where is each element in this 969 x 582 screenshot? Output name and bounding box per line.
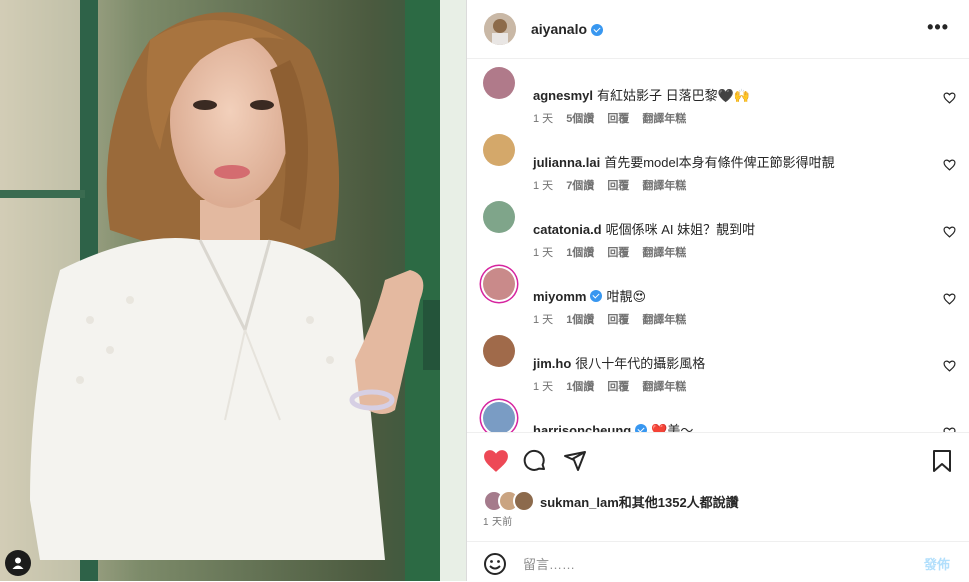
- comment-age[interactable]: 1 天: [533, 314, 553, 326]
- commenter-avatar[interactable]: [483, 134, 515, 166]
- save-bookmark-icon[interactable]: [931, 449, 953, 473]
- post-side-panel: aiyanalo ••• agnesmyl 有紅姑影子 日落巴黎🖤🙌 1 天 5個讚…: [466, 0, 969, 581]
- commenter-username[interactable]: miyomm: [533, 289, 586, 304]
- comment-body: ❤️美～: [651, 423, 694, 432]
- emoji-icon[interactable]: [483, 552, 507, 576]
- reply-button[interactable]: 回覆: [607, 113, 629, 125]
- post-photo[interactable]: [0, 0, 466, 581]
- commenter-username[interactable]: agnesmyl: [533, 88, 593, 103]
- comment-likes[interactable]: 1個讚: [566, 314, 594, 326]
- reply-button[interactable]: 回覆: [607, 381, 629, 393]
- post-time[interactable]: 1 天前: [483, 513, 513, 528]
- comment-meta: 1 天 1個讚 回覆 翻譯年糕: [533, 311, 699, 327]
- comment-likes[interactable]: 1個讚: [566, 381, 594, 393]
- user-tag-icon: [12, 557, 24, 569]
- user-tag-button[interactable]: [5, 550, 31, 576]
- comment-body: 有紅姑影子 日落巴黎🖤🙌: [596, 88, 750, 103]
- post-comment-button[interactable]: 發佈: [924, 554, 950, 573]
- add-comment-bar: 留言…… 發佈: [467, 541, 969, 582]
- comment-likes[interactable]: 7個讚: [566, 180, 594, 192]
- commenter-username[interactable]: catatonia.d: [533, 222, 602, 237]
- comment-item: miyomm 咁靚😍 1 天 1個讚 回覆 翻譯年糕: [483, 260, 956, 326]
- comment-like-heart-icon[interactable]: [943, 360, 956, 372]
- comment-age[interactable]: 1 天: [533, 180, 553, 192]
- comment-meta: 1 天 1個讚 回覆 翻譯年糕: [533, 378, 699, 394]
- comment-body: 呢個係咪 AI 妹姐？靚到咁: [605, 222, 756, 237]
- translate-button[interactable]: 翻譯年糕: [642, 180, 686, 192]
- comment-like-heart-icon[interactable]: [943, 159, 956, 171]
- comment-body: 咁靚😍: [606, 289, 647, 304]
- comment-age[interactable]: 1 天: [533, 247, 553, 259]
- comment-like-heart-icon[interactable]: [943, 226, 956, 238]
- commenter-username[interactable]: harrisoncheung: [533, 423, 631, 432]
- comment-age[interactable]: 1 天: [533, 381, 553, 393]
- portrait-image: [0, 0, 466, 581]
- comment-meta: 1 天 5個讚 回覆 翻譯年糕: [533, 110, 699, 126]
- comment-meta: 1 天 1個讚 回覆 翻譯年糕: [533, 244, 699, 260]
- commenter-avatar[interactable]: [483, 67, 515, 99]
- likes-summary[interactable]: sukman_lam和其他1352人都說讚: [483, 490, 739, 512]
- comment-age[interactable]: 1 天: [533, 113, 553, 125]
- commenter-avatar[interactable]: [483, 201, 515, 233]
- verified-badge-icon: [591, 24, 604, 36]
- liker-avatar: [513, 490, 535, 512]
- commenter-username[interactable]: jim.ho: [533, 356, 571, 371]
- translate-button[interactable]: 翻譯年糕: [642, 314, 686, 326]
- author-username[interactable]: aiyanalo: [531, 21, 587, 37]
- comment-text-line: catatonia.d 呢個係咪 AI 妹姐？靚到咁: [533, 219, 755, 238]
- commenter-avatar[interactable]: [483, 402, 515, 432]
- comment-text-line: harrisoncheung ❤️美～: [533, 420, 693, 432]
- liked-heart-icon[interactable]: [483, 449, 509, 473]
- post-actions: sukman_lam和其他1352人都說讚 1 天前: [467, 432, 969, 542]
- comment-likes[interactable]: 5個讚: [566, 113, 594, 125]
- liker-username[interactable]: sukman_lam: [540, 495, 619, 510]
- author-avatar[interactable]: [484, 13, 516, 45]
- translate-button[interactable]: 翻譯年糕: [642, 113, 686, 125]
- comment-body: 很八十年代的攝影風格: [575, 356, 706, 371]
- comment-text-line: agnesmyl 有紅姑影子 日落巴黎🖤🙌: [533, 85, 750, 104]
- comment-text-line: julianna.lai 首先要model本身有條件俾正節影得咁靚: [533, 152, 835, 171]
- commenter-username[interactable]: julianna.lai: [533, 155, 600, 170]
- commenter-avatar[interactable]: [483, 268, 515, 300]
- translate-button[interactable]: 翻譯年糕: [642, 381, 686, 393]
- comment-item: agnesmyl 有紅姑影子 日落巴黎🖤🙌 1 天 5個讚 回覆 翻譯年糕: [483, 59, 956, 125]
- verified-badge-icon: [590, 290, 603, 302]
- comment-item: jim.ho 很八十年代的攝影風格 1 天 1個讚 回覆 翻譯年糕: [483, 327, 956, 393]
- reply-button[interactable]: 回覆: [607, 247, 629, 259]
- comment-item: harrisoncheung ❤️美～: [483, 394, 956, 432]
- translate-button[interactable]: 翻譯年糕: [642, 247, 686, 259]
- comment-text-line: miyomm 咁靚😍: [533, 286, 646, 305]
- comment-item: catatonia.d 呢個係咪 AI 妹姐？靚到咁 1 天 1個讚 回覆 翻譯年糕: [483, 193, 956, 259]
- comment-likes[interactable]: 1個讚: [566, 247, 594, 259]
- reply-button[interactable]: 回覆: [607, 180, 629, 192]
- likes-count-text[interactable]: 和其他1352人都說讚: [619, 495, 739, 510]
- reply-button[interactable]: 回覆: [607, 314, 629, 326]
- commenter-avatar[interactable]: [483, 335, 515, 367]
- comment-item: julianna.lai 首先要model本身有條件俾正節影得咁靚 1 天 7個讚 回…: [483, 126, 956, 192]
- post-header: aiyanalo •••: [467, 0, 969, 59]
- comment-like-heart-icon[interactable]: [943, 92, 956, 104]
- share-icon[interactable]: [563, 449, 587, 473]
- comments-list[interactable]: agnesmyl 有紅姑影子 日落巴黎🖤🙌 1 天 5個讚 回覆 翻譯年糕 julian…: [467, 59, 969, 432]
- verified-badge-icon: [635, 424, 648, 432]
- comment-text-line: jim.ho 很八十年代的攝影風格: [533, 353, 705, 372]
- comment-icon[interactable]: [523, 449, 547, 473]
- comment-meta: 1 天 7個讚 回覆 翻譯年糕: [533, 177, 699, 193]
- comment-input[interactable]: 留言……: [523, 554, 575, 573]
- more-options-icon[interactable]: •••: [927, 18, 949, 36]
- comment-body: 首先要model本身有條件俾正節影得咁靚: [604, 155, 835, 170]
- comment-like-heart-icon[interactable]: [943, 293, 956, 305]
